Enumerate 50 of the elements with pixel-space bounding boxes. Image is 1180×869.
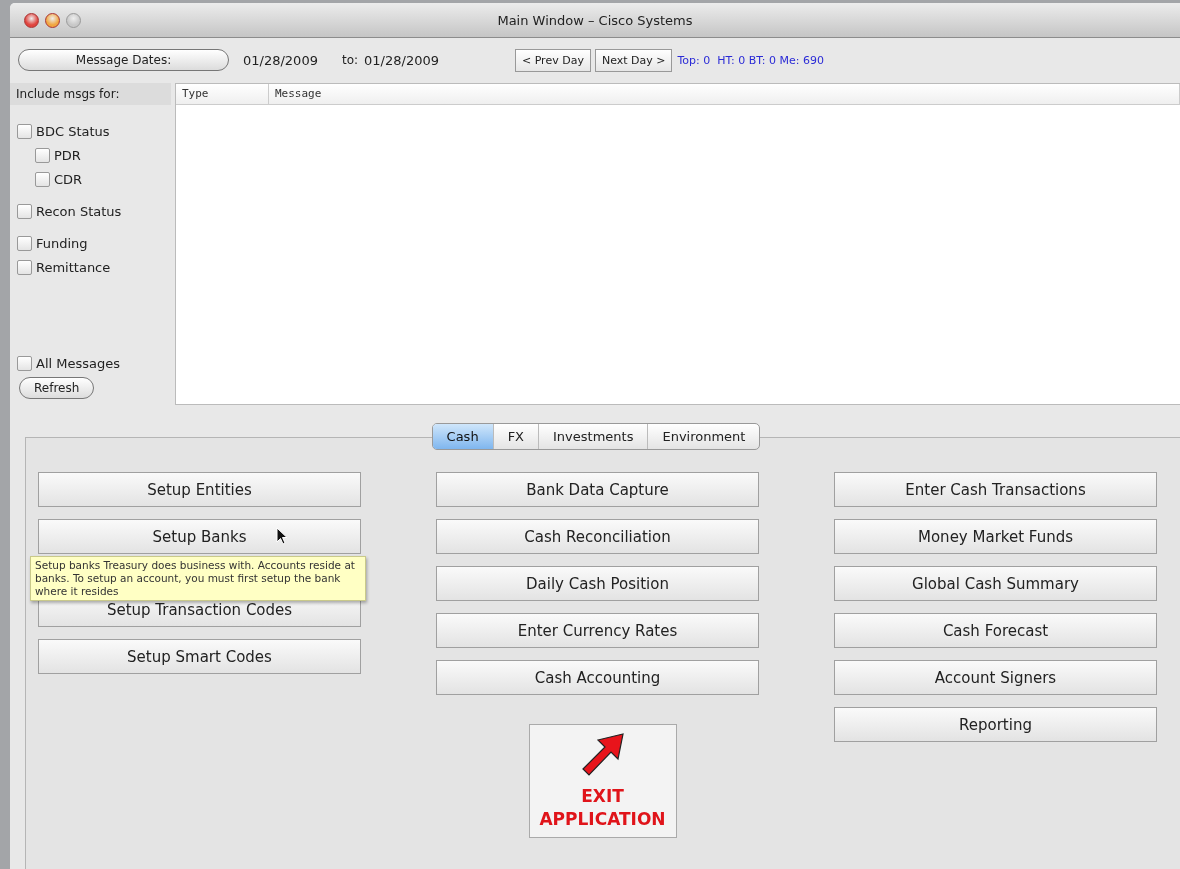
checkbox[interactable] [17,259,32,275]
column-header[interactable]: Type [176,84,269,104]
checkbox[interactable] [17,123,32,139]
tab[interactable]: Cash [432,424,494,449]
checkbox-label: PDR [54,147,81,163]
prev-day-button[interactable]: < Prev Day [514,48,591,72]
checkbox-label: All Messages [36,355,120,371]
menu-button[interactable]: Cash Accounting [436,660,759,695]
to-label: to: [341,53,359,67]
menu-button[interactable]: Reporting [834,707,1157,742]
menu-button[interactable]: Cash Forecast [834,613,1157,648]
dates-button[interactable]: Message Dates: [18,49,229,71]
tooltip: Setup banks Treasury does business with. Accounts reside at banks. To setup an account, you must first setup the bank where it resides [30,556,366,601]
menu-button[interactable]: Setup Banks [38,519,361,554]
checkbox-label: CDR [54,171,83,187]
checkbox[interactable] [17,235,32,251]
stats-text: Top: 0 HT: 0 BT: 0 Me: 690 [677,53,824,67]
refresh-button[interactable]: Refresh [19,377,95,399]
window-title: Main Window – Cisco Systems [497,12,693,28]
from-date: 01/28/2009 [243,52,318,68]
exit-button[interactable]: EXIT APPLICATION [528,724,677,838]
menu-button[interactable]: Daily Cash Position [436,566,759,601]
menu-button[interactable]: Cash Reconciliation [436,519,759,554]
to-date: 01/28/2009 [364,52,439,68]
menu-button[interactable]: Account Signers [834,660,1157,695]
window-control-icon[interactable] [66,12,81,28]
menu-button[interactable]: Setup Smart Codes [38,639,361,674]
checkbox-label: BDC Status [36,123,110,139]
checkbox-label: Funding [36,235,88,251]
window-control-icon[interactable] [24,12,39,28]
checkbox-label: Remittance [36,259,111,275]
menu-button[interactable]: Setup Entities [38,472,361,507]
menu-button[interactable]: Money Market Funds [834,519,1157,554]
checkbox[interactable] [35,171,50,187]
cursor-icon [276,527,288,545]
next-day-button[interactable]: Next Day > [594,48,673,72]
column-header[interactable]: Message [269,84,1180,104]
menu-button[interactable]: Bank Data Capture [436,472,759,507]
menu-button[interactable]: Global Cash Summary [834,566,1157,601]
window-control-icon[interactable] [45,12,60,28]
tab[interactable]: Investments [539,424,649,449]
tab[interactable]: FX [493,424,539,449]
checkbox[interactable] [17,203,32,219]
menu-button[interactable]: Enter Currency Rates [436,613,759,648]
tab[interactable]: Environment [648,424,760,449]
filter-heading: Include msgs for: [10,83,171,105]
checkbox[interactable] [35,147,50,163]
menu-button[interactable]: Enter Cash Transactions [834,472,1157,507]
checkbox[interactable] [17,355,32,371]
checkbox-label: Recon Status [36,203,122,219]
